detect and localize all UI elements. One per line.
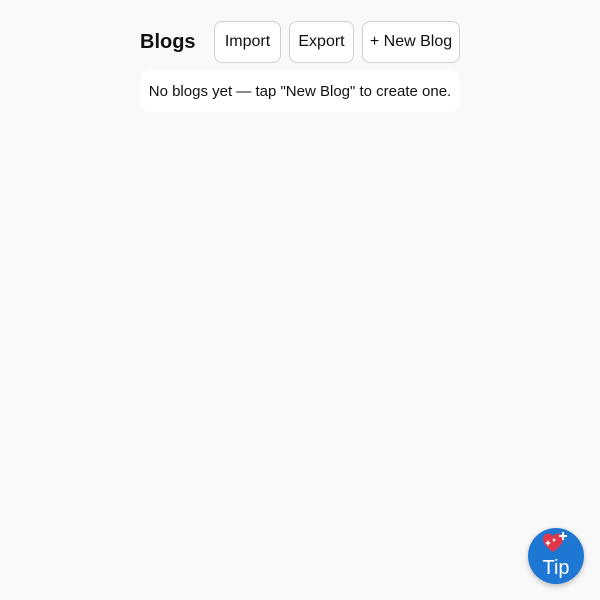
heart-sparkle-icon xyxy=(542,531,568,555)
export-button[interactable]: Export xyxy=(289,21,354,63)
header: Blogs Import Export + New Blog xyxy=(140,20,460,64)
import-button[interactable]: Import xyxy=(214,21,281,63)
new-blog-button[interactable]: + New Blog xyxy=(362,21,460,63)
tip-button[interactable]: Tip xyxy=(528,528,584,584)
empty-state-message: No blogs yet — tap "New Blog" to create … xyxy=(148,82,452,100)
page-title: Blogs xyxy=(140,30,196,53)
tip-label: Tip xyxy=(542,557,570,579)
blogs-page: Blogs Import Export + New Blog No blogs … xyxy=(0,0,600,600)
empty-state-card: No blogs yet — tap "New Blog" to create … xyxy=(140,70,460,112)
